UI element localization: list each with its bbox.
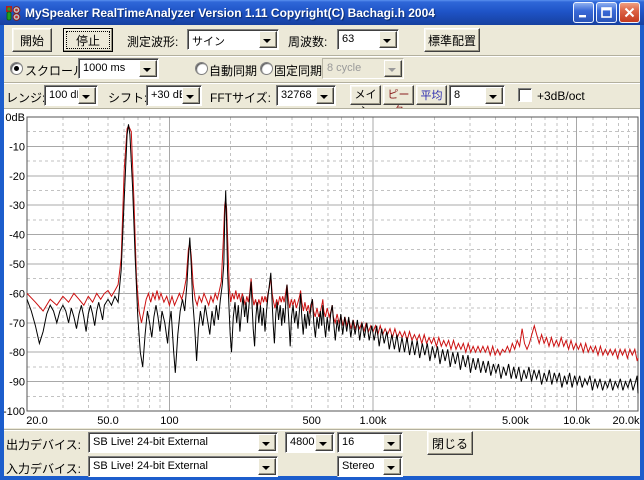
stop-button[interactable]: 停止 — [63, 28, 113, 52]
app-window: MySpeaker RealTimeAnalyzer Version 1.11 … — [0, 0, 644, 480]
minimize-icon — [579, 15, 586, 18]
oct-compensation-label: +3dB/oct — [537, 89, 585, 103]
svg-text:50.0: 50.0 — [97, 415, 118, 427]
auto-sync-radio[interactable] — [195, 62, 208, 75]
svg-text:100: 100 — [160, 415, 178, 427]
scroll-interval-value: 1000 ms — [83, 62, 126, 74]
toolbar-row-3: レンジ: 100 dB シフト: +30 dB FFTサイズ: 32768 メイ… — [4, 84, 640, 117]
waveform-label: 測定波形: — [127, 35, 179, 49]
cycle-select: 8 cycle — [322, 58, 404, 79]
dropdown-arrow-icon[interactable] — [383, 458, 401, 475]
fixed-sync-radio[interactable] — [260, 62, 273, 75]
dropdown-arrow-icon[interactable] — [182, 87, 200, 104]
dropdown-arrow-icon[interactable] — [379, 31, 397, 48]
minimize-button[interactable] — [573, 2, 594, 23]
svg-text:-80: -80 — [9, 347, 25, 359]
maximize-icon — [601, 7, 612, 18]
output-device-select[interactable]: SB Live! 24-bit External — [88, 432, 278, 453]
shift-value: +30 dB — [151, 89, 187, 101]
dropdown-arrow-icon[interactable] — [383, 434, 401, 451]
svg-text:5.00k: 5.00k — [502, 415, 529, 427]
range-label: レンジ: — [6, 91, 46, 105]
dropdown-arrow-icon[interactable] — [258, 458, 276, 475]
fft-size-label: FFTサイズ: — [210, 91, 271, 105]
scroll-label: スクロール — [25, 64, 86, 78]
dropdown-arrow-icon[interactable] — [315, 434, 333, 451]
waveform-select[interactable]: サイン — [187, 29, 279, 50]
client-area: 開始 停止 測定波形: サイン 周波数: 63 標準配置 スクロール 1000 … — [3, 25, 640, 477]
average-count-value: 8 — [454, 89, 461, 101]
output-device-label: 出力デバイス: — [6, 438, 81, 452]
dropdown-arrow-icon[interactable] — [258, 434, 276, 451]
svg-text:-50: -50 — [9, 259, 25, 271]
channels-value: Stereo — [342, 460, 375, 472]
oct-compensation-checkbox[interactable] — [518, 88, 532, 102]
frequency-select[interactable]: 63 — [337, 29, 399, 50]
toolbar-row-2: スクロール 1000 ms 自動同期 固定同期 8 cycle — [4, 57, 640, 79]
svg-text:-30: -30 — [9, 200, 25, 212]
peak-trace-button[interactable]: ピーク — [383, 85, 414, 117]
close-button[interactable] — [619, 2, 640, 23]
app-icon — [6, 5, 21, 21]
output-device-value: SB Live! 24-bit External — [93, 436, 208, 448]
svg-text:-100: -100 — [4, 406, 25, 418]
sample-rate-select[interactable]: 48000 — [285, 432, 335, 453]
dropdown-arrow-icon[interactable] — [139, 60, 157, 77]
input-device-label: 入力デバイス: — [6, 462, 81, 476]
main-trace-button[interactable]: メイン — [350, 85, 381, 117]
svg-text:500: 500 — [303, 415, 321, 427]
maximize-button[interactable] — [596, 2, 617, 23]
dropdown-arrow-icon[interactable] — [78, 87, 96, 104]
svg-text:-20: -20 — [9, 171, 25, 183]
dropdown-arrow-icon[interactable] — [259, 31, 277, 48]
svg-text:1.00k: 1.00k — [360, 415, 387, 427]
fixed-sync-label: 固定同期 — [274, 64, 323, 78]
range-select[interactable]: 100 dB — [44, 85, 98, 106]
spectrum-chart-panel: 0dB -10 -20 -30 -40 -50 -60 -70 -80 -90 -100 20.0 50… — [3, 110, 640, 428]
svg-text:-10: -10 — [9, 141, 25, 153]
dropdown-arrow-icon[interactable] — [485, 87, 503, 104]
waveform-value: サイン — [192, 36, 225, 48]
svg-text:10.0k: 10.0k — [563, 415, 590, 427]
svg-text:20.0k: 20.0k — [613, 415, 640, 427]
input-device-row: 入力デバイス: SB Live! 24-bit External Stereo — [4, 455, 640, 477]
bit-depth-select[interactable]: 16 — [337, 432, 403, 453]
close-dialog-button[interactable]: 閉じる — [427, 431, 473, 455]
svg-text:0dB: 0dB — [5, 112, 25, 124]
input-device-value: SB Live! 24-bit External — [93, 460, 208, 472]
title-bar[interactable]: MySpeaker RealTimeAnalyzer Version 1.11 … — [0, 0, 644, 25]
spectrum-chart: 0dB -10 -20 -30 -40 -50 -60 -70 -80 -90 -10020.0 50… — [3, 112, 640, 427]
frequency-value: 63 — [342, 33, 355, 45]
average-trace-button[interactable]: 平均 — [416, 85, 447, 105]
svg-text:20.0: 20.0 — [26, 415, 47, 427]
fft-size-select[interactable]: 32768 — [276, 85, 336, 106]
bit-depth-value: 16 — [342, 436, 355, 448]
dropdown-arrow-icon[interactable] — [316, 87, 334, 104]
start-button[interactable]: 開始 — [12, 28, 52, 52]
shift-select[interactable]: +30 dB — [146, 85, 202, 106]
svg-text:-60: -60 — [9, 288, 25, 300]
fft-size-value: 32768 — [281, 89, 312, 101]
scroll-interval-select[interactable]: 1000 ms — [78, 58, 159, 79]
dropdown-arrow-icon — [384, 60, 402, 77]
svg-text:-90: -90 — [9, 377, 25, 389]
window-title: MySpeaker RealTimeAnalyzer Version 1.11 … — [25, 5, 435, 20]
auto-sync-label: 自動同期 — [209, 64, 258, 78]
toolbar-row-1: 開始 停止 測定波形: サイン 周波数: 63 標準配置 — [4, 28, 640, 52]
scroll-radio[interactable] — [10, 62, 23, 75]
svg-text:-40: -40 — [9, 230, 25, 242]
average-count-select[interactable]: 8 — [449, 85, 505, 106]
frequency-label: 周波数: — [288, 35, 328, 49]
close-icon — [624, 7, 635, 18]
output-device-row: 出力デバイス: SB Live! 24-bit External 48000 1… — [4, 431, 640, 455]
svg-text:-70: -70 — [9, 318, 25, 330]
channels-select[interactable]: Stereo — [337, 456, 403, 477]
input-device-select[interactable]: SB Live! 24-bit External — [88, 456, 278, 477]
cycle-value: 8 cycle — [327, 62, 362, 74]
standard-layout-button[interactable]: 標準配置 — [424, 28, 480, 52]
shift-label: シフト: — [108, 91, 148, 105]
